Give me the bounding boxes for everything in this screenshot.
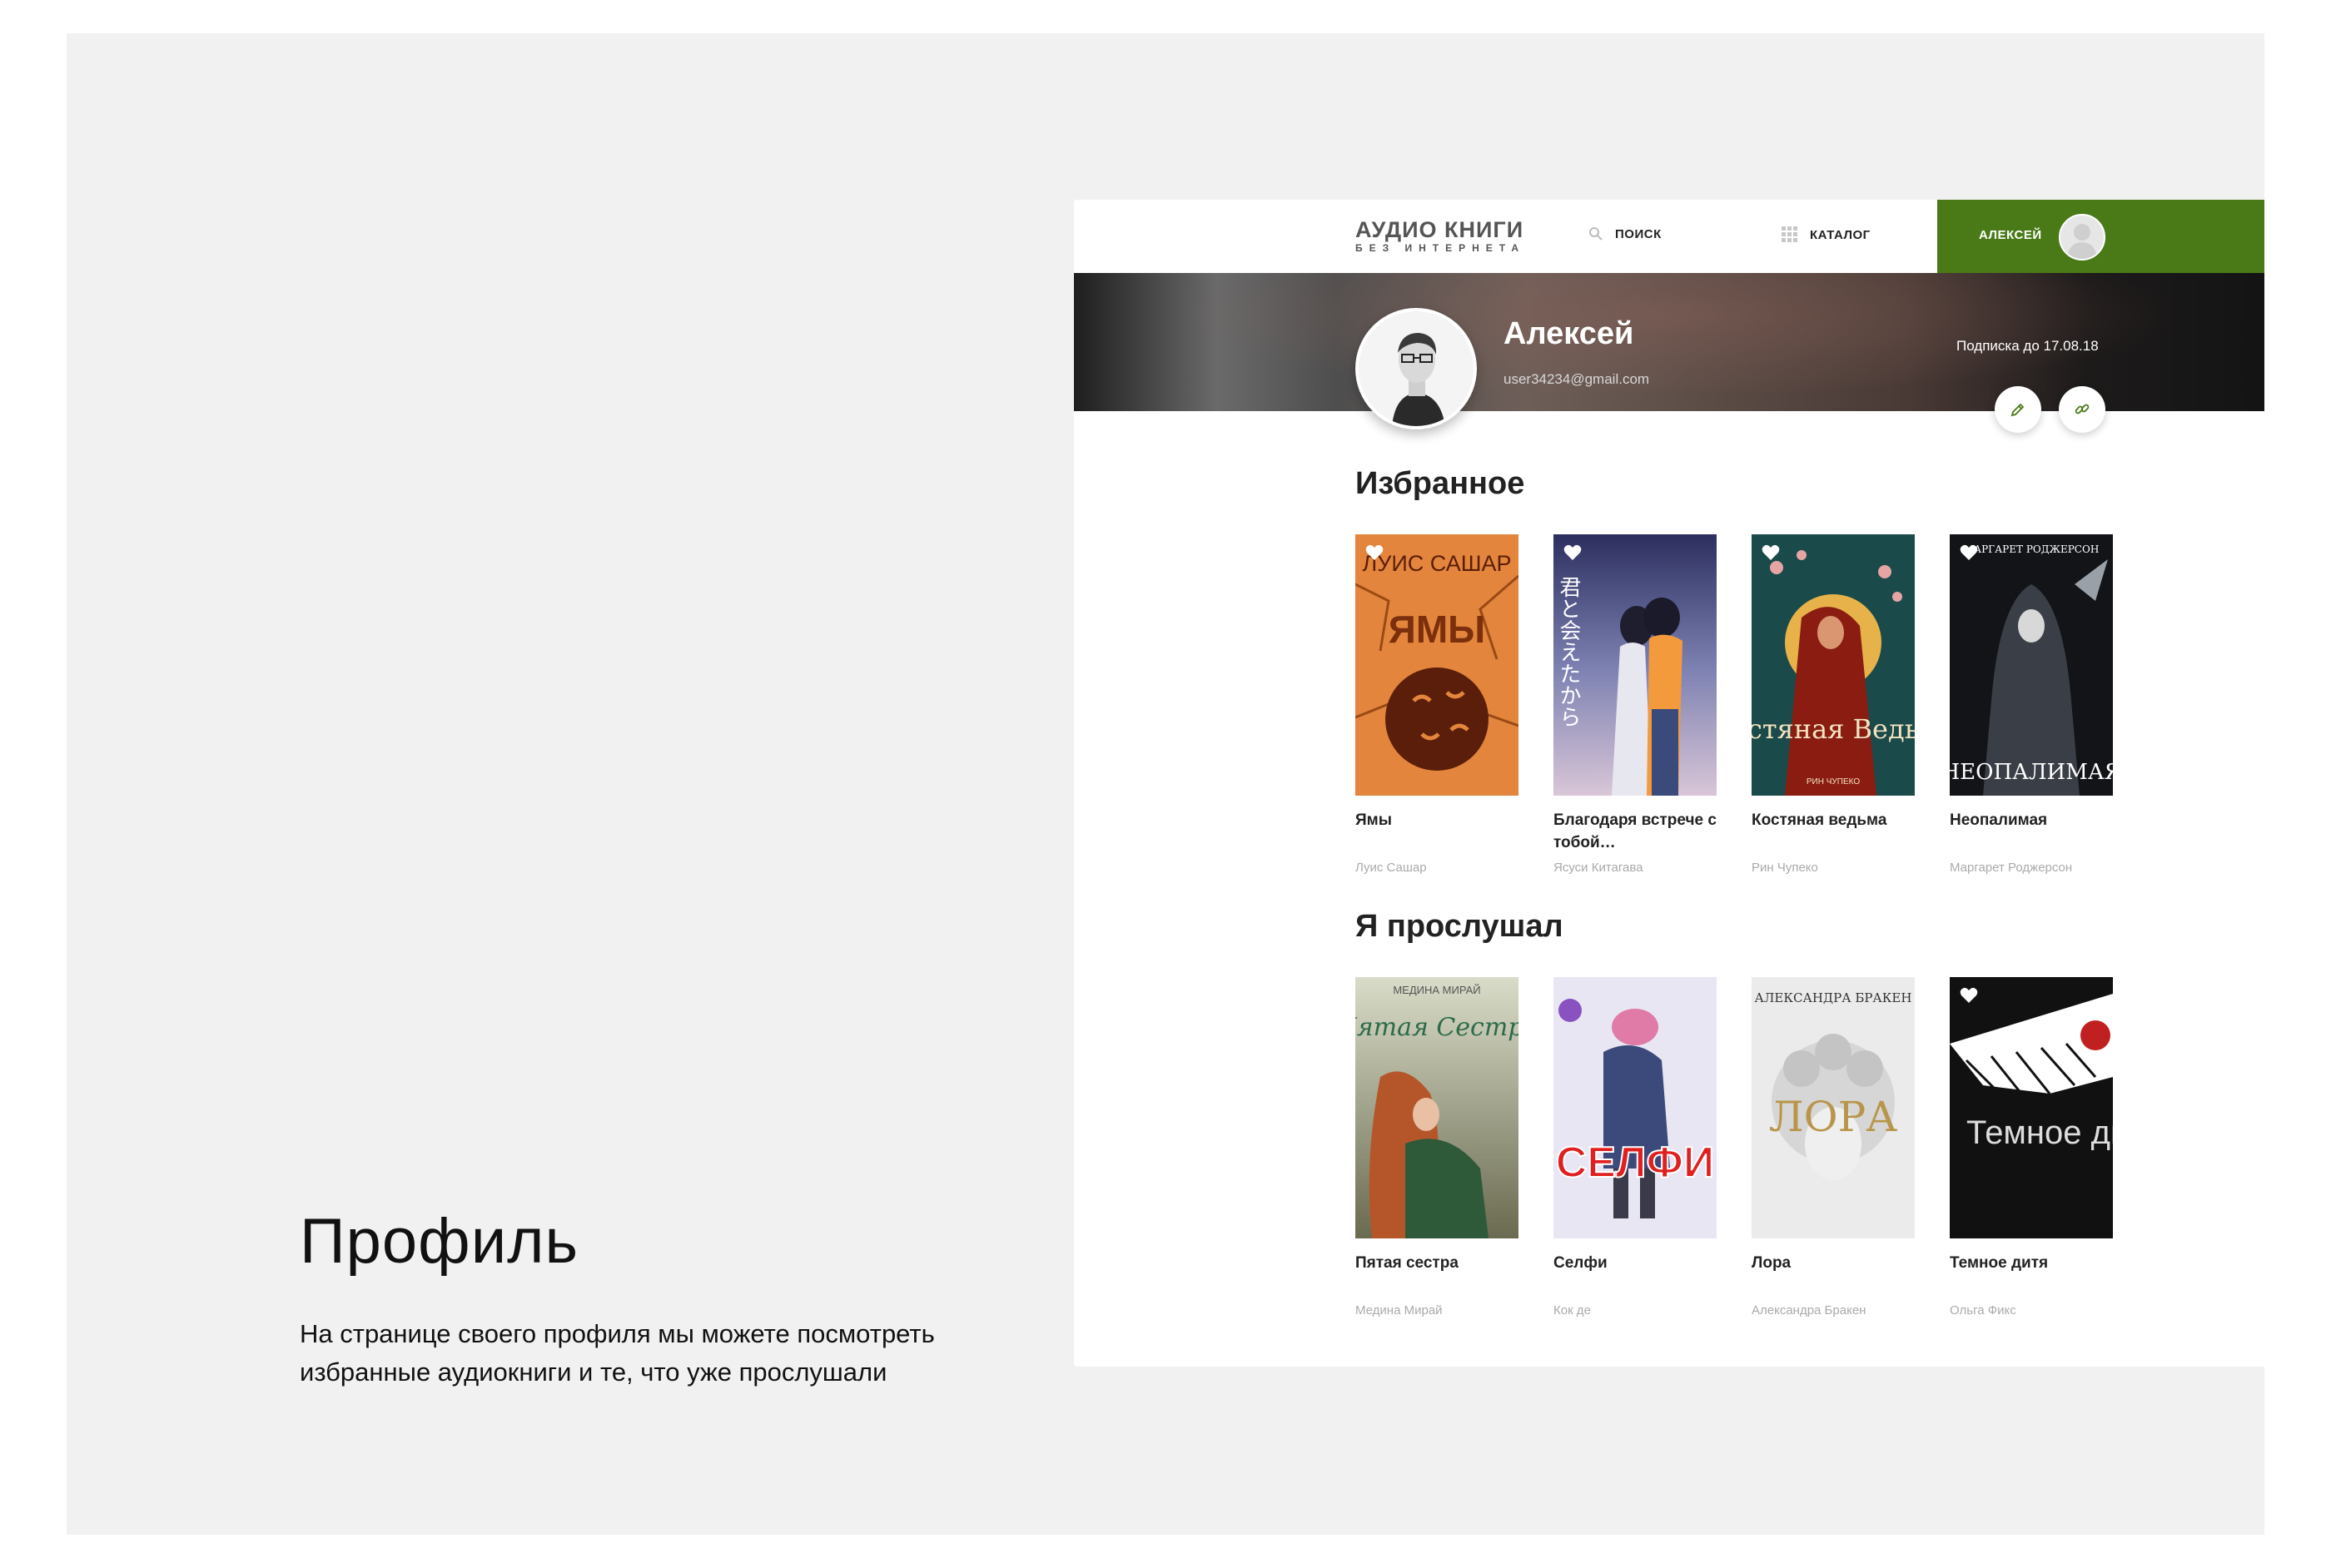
grid-icon (1782, 226, 1797, 242)
default-user-icon (2060, 216, 2104, 259)
book-card[interactable]: СЕЛФИ Селфи Кок де (1553, 977, 1717, 1317)
cover-title-text: ЛОРА (1769, 1093, 1897, 1141)
book-cover[interactable]: Темное дитя (1950, 977, 2113, 1238)
intro-description: На странице своего профиля мы можете пос… (300, 1319, 935, 1387)
listened-title: Я прослушал (1355, 909, 1563, 944)
favorites-grid: ЛУИС САШАР ЯМЫ Ямы Луис Сашар 君と会えたから Бл… (1355, 534, 2188, 892)
cover-author-text: РИН ЧУПЕКО (1807, 777, 1860, 786)
nav-search-label: ПОИСК (1615, 226, 1662, 241)
book-title[interactable]: Пятая сестра (1355, 1252, 1518, 1297)
book-cover[interactable]: АЛЕКСАНДРА БРАКЕН ЛОРА (1752, 977, 1915, 1238)
user-menu-name: АЛЕКСЕЙ (1979, 228, 2042, 242)
book-title[interactable]: Ямы (1355, 809, 1518, 854)
profile-name: Алексей (1503, 316, 1634, 351)
favorites-title: Избранное (1355, 466, 1525, 501)
heart-icon[interactable] (1365, 544, 1384, 561)
book-card[interactable]: 君と会えたから Благодаря встрече с тобой… Ясуси… (1553, 534, 1717, 875)
cover-author-text: АЛЕКСАНДРА БРАКЕН (1755, 990, 1912, 1005)
profile-page-mockup: АУДИО КНИГИ БЕЗ ИНТЕРНЕТА ПОИСК КАТАЛОГ … (1074, 200, 2264, 1367)
pencil-icon (2010, 403, 2025, 417)
book-card[interactable]: МЕДИНА МИРАЙ Пятая Сестра Пятая сестра М… (1355, 977, 1518, 1317)
edit-profile-button[interactable] (1995, 386, 2041, 433)
heart-icon[interactable] (1960, 544, 1978, 561)
cover-title-text: Костяная Ведьма (1752, 713, 1915, 745)
book-cover[interactable]: Костяная Ведьма РИН ЧУПЕКО (1752, 534, 1915, 796)
book-author: Ясуси Китагава (1553, 861, 1643, 875)
book-author: Ольга Фикс (1950, 1303, 2016, 1317)
profile-photo (1359, 311, 1474, 426)
book-card[interactable]: МАРГАРЕТ РОДЖЕРСОН НЕОПАЛИМАЯ Неопалимая… (1950, 534, 2113, 875)
book-author: Кок де (1553, 1303, 1591, 1317)
logo-sub-text: БЕЗ ИНТЕРНЕТА (1355, 242, 1526, 254)
book-card[interactable]: Костяная Ведьма РИН ЧУПЕКО Костяная ведь… (1752, 534, 1915, 875)
nav-catalog[interactable]: КАТАЛОГ (1782, 226, 1871, 243)
cover-title-text: Темное дитя (1966, 1114, 2113, 1151)
share-link-button[interactable] (2059, 386, 2105, 433)
book-title[interactable]: Неопалимая (1950, 809, 2113, 854)
book-cover[interactable]: 君と会えたから (1553, 534, 1717, 796)
book-author: Медина Мирай (1355, 1303, 1443, 1317)
book-title[interactable]: Костяная ведьма (1752, 809, 1915, 854)
book-title[interactable]: Лора (1752, 1252, 1915, 1297)
cover-title-text: НЕОПАЛИМАЯ (1950, 760, 2113, 785)
cover-author-text: ЛУИС САШАР (1363, 551, 1512, 576)
search-icon (1589, 227, 1603, 241)
book-title[interactable]: Селфи (1553, 1252, 1717, 1297)
book-author: Александра Бракен (1752, 1303, 1866, 1317)
heart-icon[interactable] (1960, 987, 1978, 1004)
listened-grid: МЕДИНА МИРАЙ Пятая Сестра Пятая сестра М… (1355, 977, 2188, 1335)
book-card[interactable]: АЛЕКСАНДРА БРАКЕН ЛОРА Лора Александра Б… (1752, 977, 1915, 1317)
cover-author-text: МЕДИНА МИРАЙ (1393, 984, 1480, 996)
profile-email: user34234@gmail.com (1503, 371, 1650, 387)
user-menu[interactable]: АЛЕКСЕЙ (1937, 200, 2264, 273)
cover-title-text: 君と会えたから (1556, 576, 1581, 727)
book-cover[interactable]: МАРГАРЕТ РОДЖЕРСОН НЕОПАЛИМАЯ (1950, 534, 2113, 796)
logo-main-text: АУДИО КНИГИ (1355, 217, 1524, 242)
book-title[interactable]: Темное дитя (1950, 1252, 2113, 1297)
cover-title-text: Пятая Сестра (1355, 1013, 1518, 1042)
book-card[interactable]: ЛУИС САШАР ЯМЫ Ямы Луис Сашар (1355, 534, 1518, 875)
top-header: АУДИО КНИГИ БЕЗ ИНТЕРНЕТА ПОИСК КАТАЛОГ … (1074, 200, 2264, 273)
subscription-status: Подписка до 17.08.18 (1956, 338, 2099, 354)
cover-title-text: СЕЛФИ (1556, 1139, 1714, 1187)
book-cover[interactable]: МЕДИНА МИРАЙ Пятая Сестра (1355, 977, 1518, 1238)
heart-icon[interactable] (1762, 544, 1780, 561)
book-author: Рин Чупеко (1752, 861, 1818, 875)
logo[interactable]: АУДИО КНИГИ БЕЗ ИНТЕРНЕТА (1355, 218, 1525, 254)
nav-search[interactable]: ПОИСК (1588, 226, 1662, 241)
cover-title-text: ЯМЫ (1389, 608, 1485, 651)
user-avatar[interactable] (2059, 214, 2105, 261)
book-cover[interactable]: СЕЛФИ (1553, 977, 1717, 1238)
book-author: Луис Сашар (1355, 861, 1427, 875)
book-author: Маргарет Роджерсон (1950, 861, 2073, 875)
nav-catalog-label: КАТАЛОГ (1810, 227, 1871, 242)
cover-author-text: МАРГАРЕТ РОДЖЕРСОН (1964, 543, 2100, 555)
intro-title: Профиль (300, 1206, 579, 1277)
book-title[interactable]: Благодаря встрече с тобой… (1553, 809, 1717, 854)
book-cover[interactable]: ЛУИС САШАР ЯМЫ (1355, 534, 1518, 796)
book-card[interactable]: Темное дитя Темное дитя Ольга Фикс (1950, 977, 2113, 1317)
heart-icon[interactable] (1563, 544, 1582, 561)
profile-avatar[interactable] (1355, 308, 1477, 429)
link-icon (2075, 404, 2090, 414)
